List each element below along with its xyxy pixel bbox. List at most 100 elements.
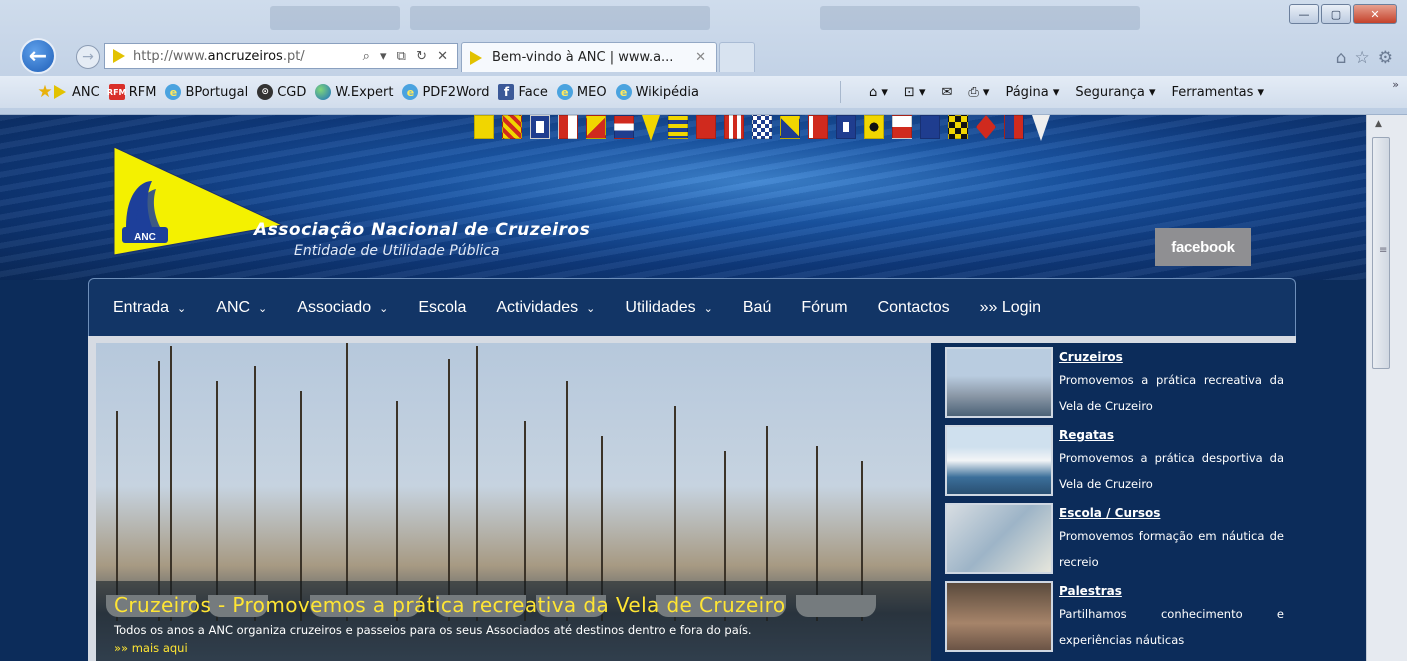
side-item-desc: Promovemos a prática desportiva da Vela … (1059, 451, 1284, 491)
favorite-pdf2word[interactable]: e PDF2Word (402, 84, 489, 100)
signal-flag-icon (892, 115, 912, 139)
side-item-title[interactable]: Escola / Cursos (1059, 503, 1284, 523)
globe-icon (315, 84, 332, 100)
browser-icons: ⌂ ☆ ⚙ (1336, 48, 1393, 68)
logo-pennant-icon: ANC (113, 146, 284, 256)
side-item-title[interactable]: Cruzeiros (1059, 347, 1284, 367)
menu-item-login[interactable]: »» Login (980, 299, 1041, 317)
chevron-down-icon: ⌄ (586, 303, 596, 315)
scroll-up-icon[interactable]: ▲ (1375, 119, 1382, 129)
address-tools-icons[interactable]: ⌕ ▾ ⧉ ↻ ✕ (363, 49, 451, 64)
signal-flag-icon (976, 115, 996, 139)
favorite-anc[interactable]: ANC (54, 85, 100, 100)
tab-active[interactable]: Bem-vindo à ANC | www.a... ✕ (461, 42, 717, 72)
taskbar-blur (820, 6, 1140, 30)
taskbar-blur (270, 6, 400, 30)
site-favicon-icon (113, 49, 125, 63)
favorite-meo[interactable]: e MEO (556, 84, 607, 100)
minimize-button[interactable]: — (1289, 4, 1319, 24)
mail-icon[interactable]: ✉ (941, 85, 952, 100)
side-item-desc: Partilhamos conhecimento e experiências … (1059, 607, 1284, 647)
menu-item-escola[interactable]: Escola (418, 299, 466, 317)
side-item-desc: Promovemos formação em náutica de recrei… (1059, 529, 1284, 569)
side-item-escola[interactable]: Escola / Cursos Promovemos formação em n… (945, 503, 1284, 581)
navigation-row: ← → http://www.ancruzeiros.pt/ ⌕ ▾ ⧉ ↻ ✕… (0, 34, 1407, 74)
arrow-right-icon: → (82, 49, 94, 65)
hero-slider[interactable]: Cruzeiros - Promovemos a prática recreat… (96, 343, 931, 661)
home-icon[interactable]: ⌂ (1336, 48, 1347, 68)
signal-flag-icon (724, 115, 744, 139)
feeds-icon[interactable]: ⊡ ▾ (904, 85, 926, 100)
tab-close-icon[interactable]: ✕ (695, 50, 706, 65)
ie-page-icon: e (556, 84, 573, 100)
ie-page-icon: e (165, 84, 182, 100)
signal-flag-icon (696, 115, 716, 139)
close-window-button[interactable]: ✕ (1353, 4, 1397, 24)
favorite-face[interactable]: f Face (498, 84, 548, 100)
new-tab-button[interactable] (719, 42, 755, 72)
side-item-regatas[interactable]: Regatas Promovemos a prática desportiva … (945, 425, 1284, 503)
menu-item-associado[interactable]: Associado ⌄ (297, 299, 388, 317)
overflow-chevron-icon[interactable]: » (1392, 78, 1399, 91)
side-panel: Cruzeiros Promovemos a prática recreativ… (931, 343, 1296, 661)
favorites-star-icon[interactable]: ★ (36, 82, 54, 102)
print-icon[interactable]: ⎙ ▾ (968, 85, 989, 100)
facebook-button[interactable]: facebook (1155, 228, 1251, 266)
facebook-icon: f (498, 84, 515, 100)
arrow-left-icon: ← (28, 43, 48, 69)
home-dropdown-icon[interactable]: ⌂ ▾ (869, 85, 888, 100)
menu-item-anc[interactable]: ANC ⌄ (216, 299, 267, 317)
menu-item-entrada[interactable]: Entrada ⌄ (113, 299, 186, 317)
security-menu[interactable]: Segurança ▾ (1075, 85, 1155, 100)
taskbar-blur (410, 6, 710, 30)
content-area: Cruzeiros - Promovemos a prática recreat… (88, 336, 1296, 661)
side-item-title[interactable]: Regatas (1059, 425, 1284, 445)
favorite-wexpert[interactable]: W.Expert (315, 84, 393, 100)
svg-text:ANC: ANC (134, 232, 156, 243)
anc-flag-icon (54, 85, 66, 99)
menu-item-utilidades[interactable]: Utilidades ⌄ (625, 299, 712, 317)
thumbnail-image[interactable] (945, 347, 1053, 418)
address-bar[interactable]: http://www.ancruzeiros.pt/ ⌕ ▾ ⧉ ↻ ✕ (104, 43, 458, 69)
side-item-title[interactable]: Palestras (1059, 581, 1284, 601)
thumbnail-image[interactable] (945, 425, 1053, 496)
favorites-bar: ★ ANC RFM RFM e BPortugal ⊙ CGD W.Expert eP… (0, 76, 1407, 108)
favorite-rfm[interactable]: RFM RFM (107, 84, 156, 100)
gear-icon[interactable]: ⚙ (1378, 48, 1393, 68)
signal-flag-icon (530, 115, 550, 139)
side-item-palestras[interactable]: Palestras Partilhamos conhecimento e exp… (945, 581, 1284, 659)
signal-pennant-icon (1032, 115, 1050, 141)
scroll-grip-icon: ≡ (1379, 245, 1388, 256)
slide-more-link[interactable]: »» mais aqui (114, 641, 913, 655)
vertical-scrollbar[interactable]: ▲ ≡ (1366, 115, 1407, 661)
page-menu[interactable]: Página ▾ (1005, 85, 1059, 100)
signal-flag-icon (836, 115, 856, 139)
thumbnail-image[interactable] (945, 503, 1053, 574)
maximize-button[interactable]: ▢ (1321, 4, 1351, 24)
anc-logo[interactable]: ANC (112, 145, 284, 261)
back-button[interactable]: ← (20, 38, 56, 74)
tab-title: Bem-vindo à ANC | www.a... (492, 50, 674, 65)
star-icon[interactable]: ☆ (1355, 48, 1370, 68)
window-controls: — ▢ ✕ (1289, 4, 1397, 24)
chevron-down-icon: ⌄ (703, 303, 713, 315)
site-subtitle: Entidade de Utilidade Pública (294, 243, 500, 259)
slide-title: Cruzeiros - Promovemos a prática recreat… (114, 593, 786, 617)
tools-menu[interactable]: Ferramentas ▾ (1171, 85, 1264, 100)
mast (346, 343, 348, 621)
tab-favicon-icon (470, 50, 482, 65)
signal-flag-icon (864, 115, 884, 139)
menu-item-forum[interactable]: Fórum (801, 299, 847, 317)
favorite-wikipedia[interactable]: e Wikipédia (615, 84, 699, 100)
side-item-cruzeiros[interactable]: Cruzeiros Promovemos a prática recreativ… (945, 347, 1284, 425)
thumbnail-image[interactable] (945, 581, 1053, 652)
favorite-bportugal[interactable]: e BPortugal (165, 84, 248, 100)
menu-item-actividades[interactable]: Actividades ⌄ (496, 299, 595, 317)
chevron-down-icon: ⌄ (258, 303, 268, 315)
chevron-down-icon: ⌄ (177, 303, 187, 315)
menu-item-contactos[interactable]: Contactos (878, 299, 950, 317)
command-bar: ⌂ ▾ ⊡ ▾ ✉ ⎙ ▾ Página ▾ Segurança ▾ Ferra… (840, 76, 1264, 108)
forward-button[interactable]: → (76, 45, 100, 69)
menu-item-bau[interactable]: Baú (743, 299, 771, 317)
favorite-cgd[interactable]: ⊙ CGD (257, 84, 306, 100)
